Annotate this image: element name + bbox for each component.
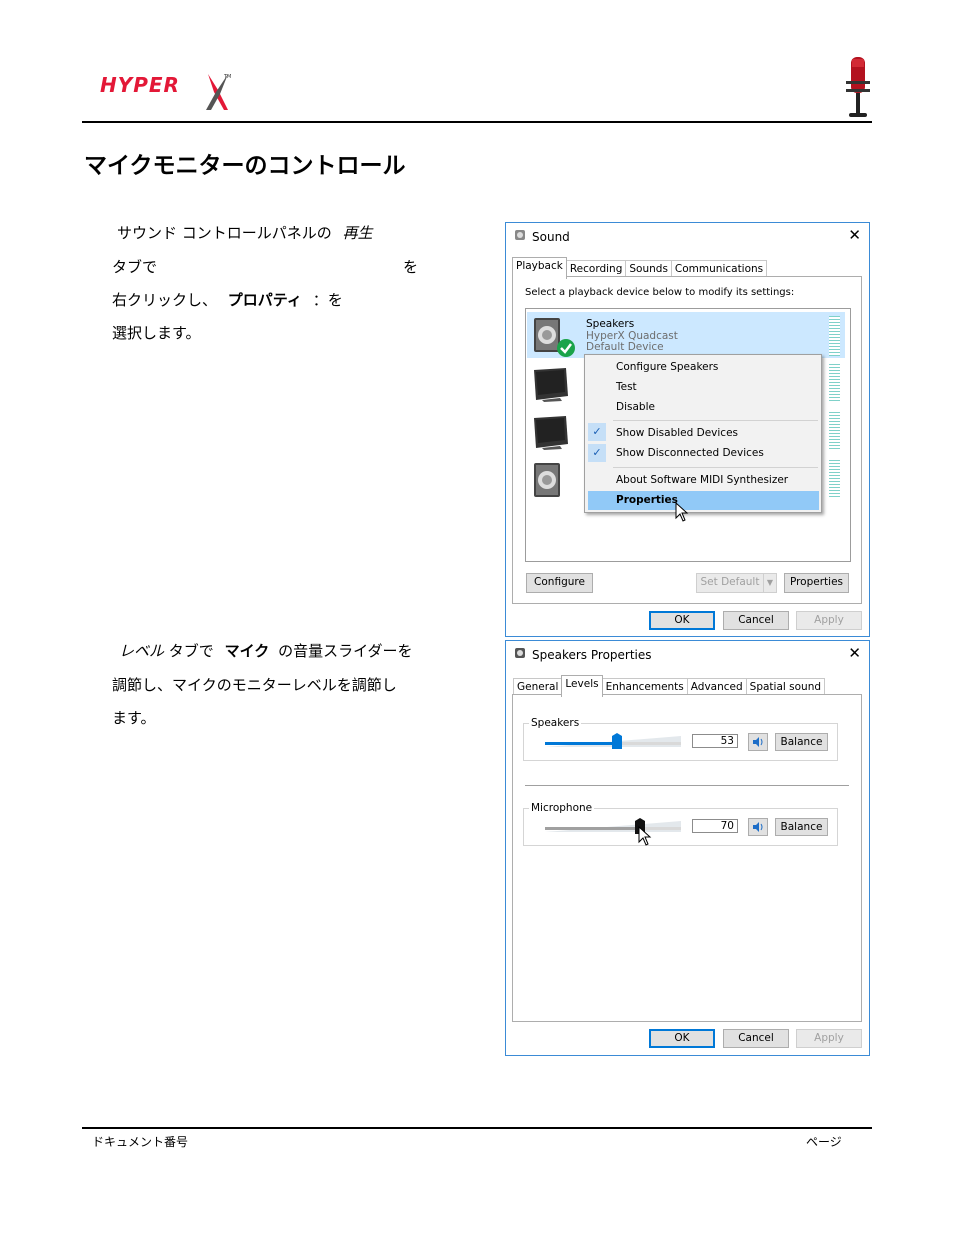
text-segment: 右クリックし、 xyxy=(112,291,218,309)
apply-button[interactable]: Apply xyxy=(796,611,862,630)
microphone-mute-icon[interactable] xyxy=(748,818,768,836)
microphone-balance-button[interactable]: Balance xyxy=(775,818,828,836)
menu-configure-speakers[interactable]: Configure Speakers xyxy=(616,361,718,373)
speaker-icon xyxy=(514,647,526,662)
section2-line1: レベル タブで マイク の音量スライダーを xyxy=(119,635,412,668)
section-divider xyxy=(525,785,849,786)
close-icon[interactable]: ✕ xyxy=(848,644,861,662)
monitor-device-icon xyxy=(532,414,570,454)
section1-line2a: タブで xyxy=(112,258,158,276)
check-icon: ✓ xyxy=(588,423,606,441)
speakers-slider[interactable] xyxy=(545,733,685,757)
section1-line2b: を xyxy=(403,258,419,276)
text-segment: の音量スライダーを xyxy=(278,642,413,660)
section1-line4: 選択します。 xyxy=(112,324,201,342)
speakers-label: Speakers xyxy=(529,717,582,729)
speaker-mute-icon[interactable] xyxy=(748,733,768,751)
speaker-device-icon xyxy=(532,461,568,503)
tab-levels[interactable]: Levels xyxy=(561,675,603,697)
hyperx-logo: HYPER TM xyxy=(100,70,235,112)
playback-term: 再生 xyxy=(342,224,373,242)
speaker-icon xyxy=(514,229,526,244)
level-meter xyxy=(829,460,840,498)
mouse-cursor-icon xyxy=(675,501,689,526)
cancel-button[interactable]: Cancel xyxy=(723,1029,789,1048)
properties-term: プロパティ xyxy=(227,291,302,309)
text-segment: タブで xyxy=(168,642,214,660)
section1-line3: 右クリックし、 プロパティ ：を xyxy=(112,284,343,317)
check-icon: ✓ xyxy=(588,444,606,462)
menu-disable[interactable]: Disable xyxy=(616,401,655,413)
header-rule xyxy=(82,121,872,123)
window-title: Sound xyxy=(532,229,570,244)
menu-about-midi[interactable]: About Software MIDI Synthesizer xyxy=(616,474,788,486)
device-status: Default Device xyxy=(586,341,664,353)
device-name: Speakers xyxy=(586,318,635,330)
set-default-button[interactable]: Set Default xyxy=(696,573,764,593)
configure-button[interactable]: Configure xyxy=(526,573,593,593)
section1-line1: サウンド コントロールパネルの 再生 xyxy=(117,217,373,250)
playback-instruction: Select a playback device below to modify… xyxy=(525,287,795,298)
section2-line3: ます。 xyxy=(112,709,156,727)
chevron-down-icon[interactable]: ▼ xyxy=(763,573,777,593)
window-title-bar: Speakers Properties xyxy=(514,647,652,662)
speakers-balance-button[interactable]: Balance xyxy=(775,733,828,751)
levels-term: レベル xyxy=(119,642,165,660)
ok-button[interactable]: OK xyxy=(649,1029,715,1048)
section2-line2: 調節し、マイクのモニターレベルを調節し xyxy=(112,676,397,694)
menu-separator xyxy=(613,467,818,468)
menu-show-disconnected[interactable]: Show Disconnected Devices xyxy=(616,447,764,459)
speaker-device-icon xyxy=(532,316,576,362)
microphone-level-value[interactable]: 70 xyxy=(692,819,738,833)
text-segment: ：を xyxy=(312,291,343,309)
quadcast-microphone-icon xyxy=(843,55,873,119)
menu-separator xyxy=(613,420,818,421)
level-meter xyxy=(829,316,840,356)
footer-rule xyxy=(82,1127,872,1129)
text-segment: サウンド コントロールパネルの xyxy=(117,224,332,242)
cancel-button[interactable]: Cancel xyxy=(723,611,789,630)
tab-playback[interactable]: Playback xyxy=(512,257,567,279)
monitor-device-icon xyxy=(532,366,570,406)
page-title: マイクモニターのコントロール xyxy=(84,153,406,179)
close-icon[interactable]: ✕ xyxy=(848,226,861,244)
microphone-term: マイク xyxy=(224,642,270,660)
menu-test[interactable]: Test xyxy=(616,381,637,393)
window-title-bar: Sound xyxy=(514,229,570,244)
svg-text:HYPER: HYPER xyxy=(100,73,180,97)
footer-page: ページ xyxy=(806,1135,842,1149)
window-title: Speakers Properties xyxy=(532,647,652,662)
microphone-slider[interactable] xyxy=(545,818,685,842)
mouse-cursor-icon xyxy=(638,825,652,850)
ok-button[interactable]: OK xyxy=(649,611,715,630)
footer-document-number: ドキュメント番号 xyxy=(92,1135,189,1149)
microphone-label: Microphone xyxy=(529,802,595,814)
apply-button[interactable]: Apply xyxy=(796,1029,862,1048)
speakers-level-value[interactable]: 53 xyxy=(692,734,738,748)
menu-properties[interactable]: Properties xyxy=(616,494,678,506)
context-menu: Configure Speakers Test Disable ✓ Show D… xyxy=(584,354,822,513)
svg-text:TM: TM xyxy=(223,74,231,80)
level-meter xyxy=(829,412,840,450)
properties-button[interactable]: Properties xyxy=(784,573,849,593)
level-meter xyxy=(829,364,840,402)
menu-show-disabled[interactable]: Show Disabled Devices xyxy=(616,427,738,439)
